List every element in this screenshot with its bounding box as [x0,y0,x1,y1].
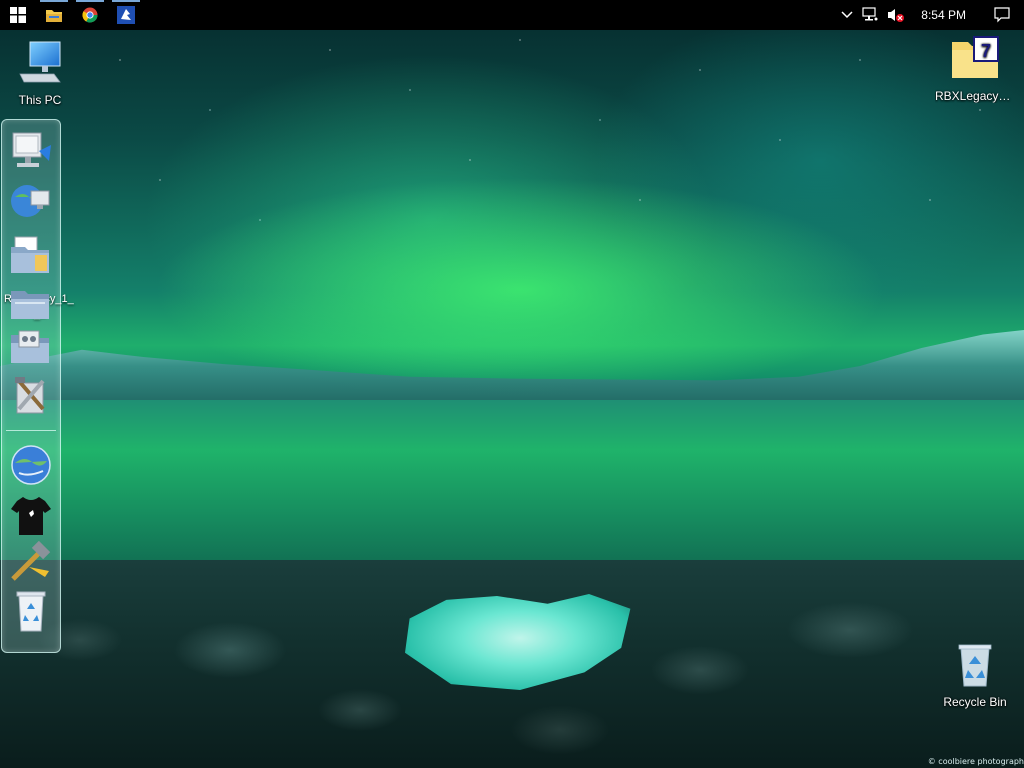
taskbar: 8:54 PM [0,0,1024,30]
recycle-bin-icon [958,644,992,687]
dock-item-control-panel[interactable] [8,324,54,370]
dock-item-documents[interactable] [8,232,54,278]
volume-muted-icon [888,9,905,22]
control-panel-folder-icon [11,330,49,363]
dock-separator [6,430,56,431]
dock-item-network[interactable] [8,178,54,224]
folder-icon [11,291,49,319]
dock-item-trash[interactable] [8,588,54,634]
chrome-icon [82,7,98,23]
tools-icon [15,377,45,414]
taskbar-roblox-legacy[interactable] [108,0,144,30]
folder-icon [46,10,62,22]
windows-logo-icon [10,7,26,23]
hammer-icon [11,541,51,581]
desktop-icon-label: Recycle Bin [943,695,1007,709]
dock-item-folder[interactable] [8,280,54,326]
action-center-icon [994,7,1010,23]
network-icon [862,7,878,21]
desktop-wallpaper: © coolbiere photograph [0,0,1024,768]
desktop-icon-recycle-bin[interactable]: Recycle Bin [935,642,1015,709]
icon-dock: e Rbxlegacy_1_ _1 [1,119,74,653]
taskbar-chrome[interactable] [72,0,108,30]
photo-credit: © coolbiere photograph [927,757,1024,766]
computer-monitor-icon [12,132,51,167]
desktop-icon-label: RBXLegacy_... [935,89,1015,103]
documents-folder-icon [11,236,49,273]
dock-item-tools[interactable] [8,372,54,418]
taskbar-file-explorer[interactable] [36,0,72,30]
tshirt-icon [11,497,51,535]
globe-icon [11,445,51,485]
svg-text:7: 7 [981,41,991,61]
volume-control[interactable] [883,0,909,30]
roblox-legacy-icon [117,6,135,24]
action-center-button[interactable] [980,0,1024,30]
trash-icon [16,591,46,632]
start-button[interactable] [0,0,36,30]
network-status[interactable] [857,0,883,30]
desktop-icon-rbxlegacy[interactable]: 7 RBXLegacy_... [935,36,1015,103]
dock-item-shirt[interactable] [8,492,54,538]
desktop-icon-this-pc[interactable]: This PC [0,40,80,107]
show-hidden-icons-icon [841,11,853,19]
computer-icon [19,41,61,83]
system-tray: 8:54 PM [837,0,1024,30]
dock-item-computer[interactable] [8,130,54,176]
desktop-icon-label: This PC [18,93,62,107]
clock[interactable]: 8:54 PM [909,0,980,30]
dock-item-utilities[interactable] [8,540,54,586]
network-globe-icon [11,185,50,217]
dock-item-browser[interactable] [8,442,54,488]
archive-folder-icon: 7 [952,36,999,78]
show-hidden-icons[interactable] [837,0,857,30]
